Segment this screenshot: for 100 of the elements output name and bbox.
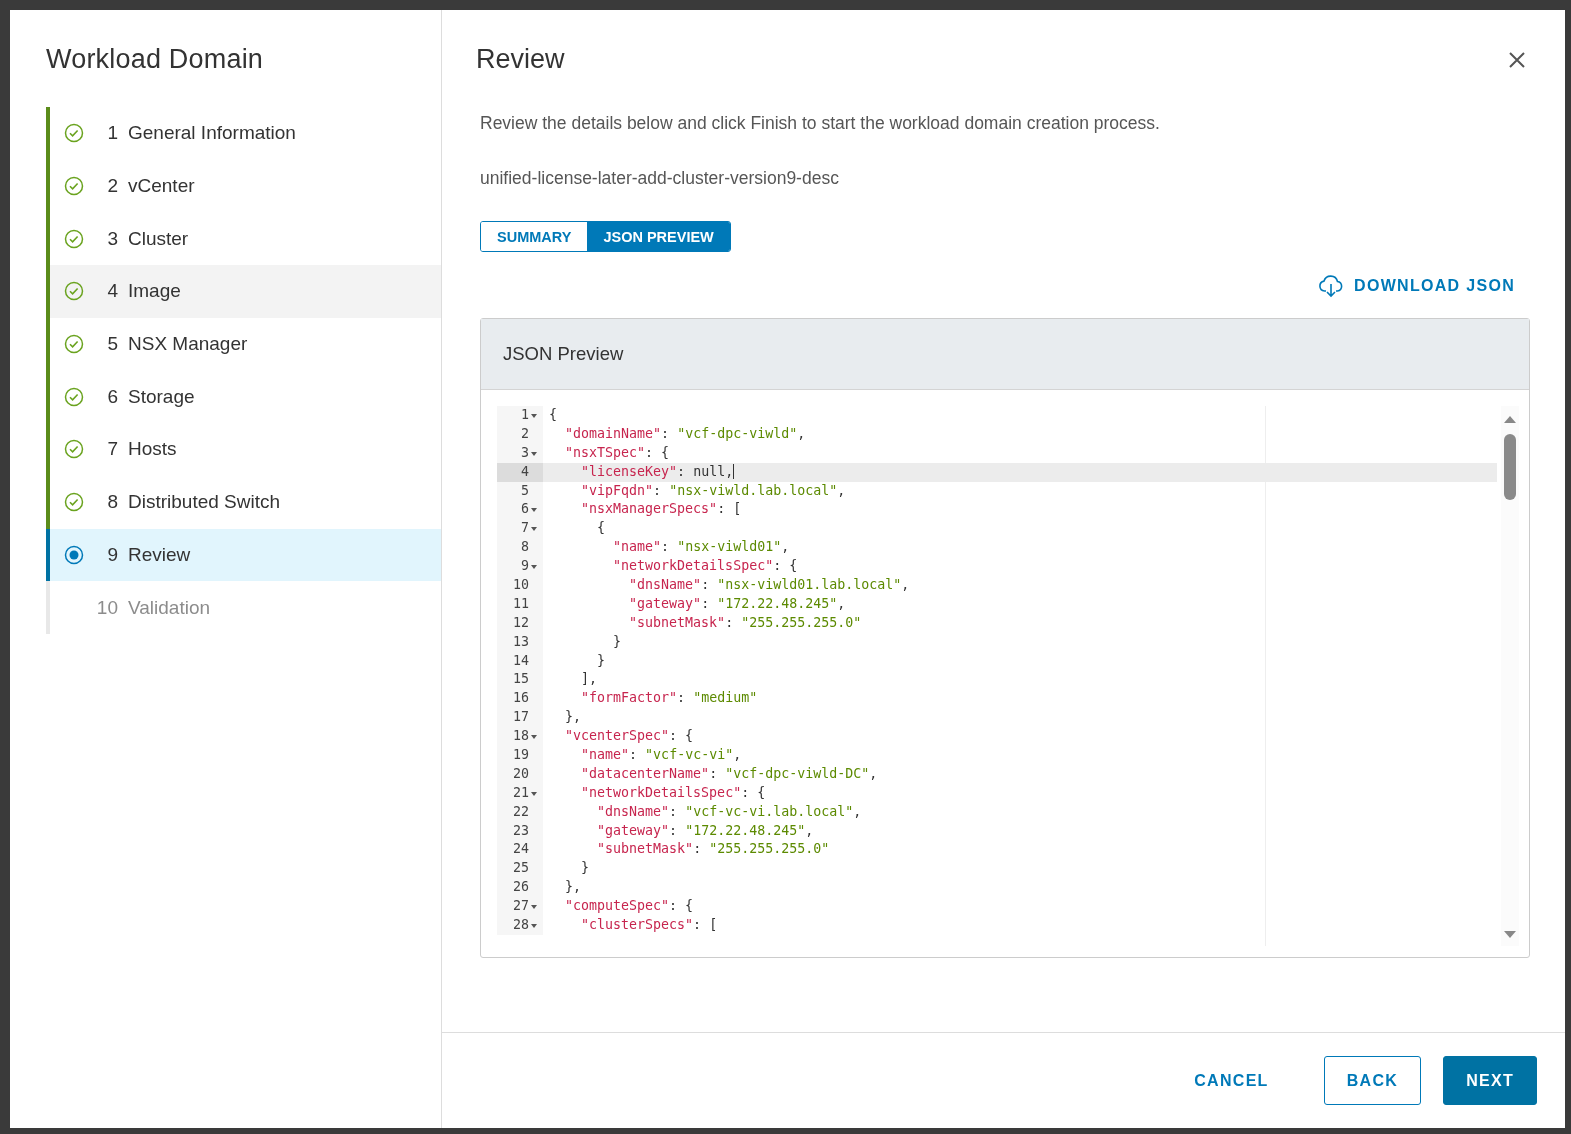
wizard-step[interactable]: 9 Review — [46, 528, 441, 582]
scrollbar[interactable] — [1501, 406, 1519, 946]
code-line: "name": "vcf-vc-vi", — [580, 746, 742, 765]
line-number: 19 — [513, 747, 529, 763]
code-line: "clusterSpecs": [ — [580, 916, 718, 935]
check-circle-icon — [64, 281, 84, 302]
line-number: 11 — [513, 595, 529, 611]
line-number: 27 — [513, 898, 529, 914]
fold-caret-icon[interactable] — [531, 924, 537, 929]
code-line: "gateway": "172.22.48.245", — [596, 821, 814, 840]
line-number: 15 — [513, 671, 529, 687]
wizard-title: Workload Domain — [46, 44, 265, 75]
step-number: 6 — [106, 385, 118, 408]
code-line: }, — [564, 878, 582, 897]
check-circle-icon — [64, 492, 84, 513]
step-number: 7 — [106, 438, 118, 461]
code-line: "name": "nsx-viwld01", — [612, 538, 790, 557]
fold-caret-icon[interactable] — [531, 508, 537, 513]
tab[interactable]: JSON PREVIEW — [587, 222, 730, 251]
line-number: 2 — [521, 425, 529, 441]
line-number: 16 — [513, 690, 529, 706]
step-label: Distributed Switch — [128, 491, 281, 514]
line-number: 10 — [513, 577, 529, 592]
code-line: "computeSpec": { — [564, 897, 694, 916]
step-number: 9 — [106, 543, 118, 566]
step-number: 2 — [106, 175, 118, 198]
check-circle-icon — [64, 439, 84, 460]
line-number: 9 — [521, 558, 529, 574]
line-number: 1 — [521, 407, 529, 422]
check-circle-icon — [64, 386, 84, 407]
code-line: } — [580, 859, 590, 878]
cloud-download-icon — [1318, 274, 1345, 298]
code-line: "vcenterSpec": { — [564, 727, 694, 746]
line-number: 14 — [513, 652, 529, 668]
step-label: NSX Manager — [128, 333, 248, 356]
code-line: ], — [580, 670, 598, 689]
back-button[interactable]: BACK — [1323, 1056, 1422, 1105]
line-number: 8 — [521, 539, 529, 555]
wizard-step[interactable]: 4 Image — [46, 265, 441, 318]
step-number: 10 — [95, 596, 118, 619]
check-circle-icon — [64, 334, 84, 355]
fold-caret-icon[interactable] — [531, 735, 537, 740]
step-number: 8 — [106, 491, 118, 514]
line-number: 22 — [513, 803, 529, 819]
code-line: "gateway": "172.22.48.245", — [628, 594, 846, 613]
step-label: Storage — [128, 385, 195, 408]
code-line: "licenseKey": null, — [580, 462, 735, 482]
step-number: 3 — [106, 227, 118, 250]
line-number: 17 — [513, 709, 529, 725]
line-number: 28 — [513, 917, 529, 933]
download-json-link[interactable]: DOWNLOAD JSON — [1318, 274, 1515, 298]
step-label: vCenter — [128, 175, 195, 198]
step-number: 4 — [106, 280, 118, 303]
step-label: Review — [128, 543, 191, 566]
close-icon[interactable] — [1507, 50, 1527, 70]
line-number: 4 — [521, 463, 529, 479]
cancel-button[interactable]: CANCEL — [1171, 1056, 1292, 1105]
code-line: "nsxTSpec": { — [564, 443, 670, 462]
line-number: 24 — [513, 841, 529, 857]
code-line: } — [596, 651, 606, 670]
code-line: "dnsName": "nsx-viwld01.lab.local", — [628, 576, 910, 594]
line-number: 18 — [513, 728, 529, 744]
page-title: Review — [476, 44, 565, 75]
current-step-icon — [64, 544, 84, 565]
code-line: "subnetMask": "255.255.255.0" — [628, 613, 862, 632]
line-number: 12 — [513, 614, 529, 630]
code-line: "domainName": "vcf-dpc-viwld", — [564, 424, 806, 443]
code-line: "vipFqdn": "nsx-viwld.lab.local", — [580, 481, 846, 500]
fold-caret-icon[interactable] — [531, 414, 537, 418]
fold-caret-icon[interactable] — [531, 565, 537, 570]
check-circle-icon — [64, 228, 84, 249]
code-line: "subnetMask": "255.255.255.0" — [596, 840, 830, 859]
fold-caret-icon[interactable] — [531, 527, 537, 532]
line-number: 23 — [513, 822, 529, 838]
line-number: 21 — [513, 784, 529, 800]
code-line: "networkDetailsSpec": { — [580, 783, 766, 802]
code-line: { — [548, 406, 557, 424]
code-line: "networkDetailsSpec": { — [612, 557, 798, 576]
line-number: 7 — [521, 520, 529, 536]
code-line: "nsxManagerSpecs": [ — [580, 500, 742, 519]
code-line: "dnsName": "vcf-vc-vi.lab.local", — [596, 802, 862, 821]
fold-caret-icon[interactable] — [531, 791, 537, 796]
line-number: 13 — [513, 633, 529, 649]
code-line: } — [612, 632, 622, 651]
spec-name: unified-license-later-add-cluster-version9-desc — [480, 168, 840, 189]
line-number: 25 — [513, 860, 529, 876]
line-number: 20 — [513, 765, 529, 781]
code-line: { — [596, 519, 606, 538]
step-label: Hosts — [128, 438, 177, 461]
step-number: 5 — [106, 333, 118, 356]
line-number: 3 — [521, 444, 529, 460]
fold-caret-icon[interactable] — [531, 905, 537, 910]
fold-caret-icon[interactable] — [531, 451, 537, 456]
step-label: General Information — [128, 122, 296, 145]
next-button[interactable]: NEXT — [1443, 1056, 1537, 1105]
code-line: "datacenterName": "vcf-dpc-viwld-DC", — [580, 764, 878, 783]
code-line: }, — [564, 708, 582, 727]
line-number: 5 — [521, 482, 529, 498]
step-label: Validation — [128, 596, 211, 619]
panel-title: JSON Preview — [503, 343, 624, 365]
